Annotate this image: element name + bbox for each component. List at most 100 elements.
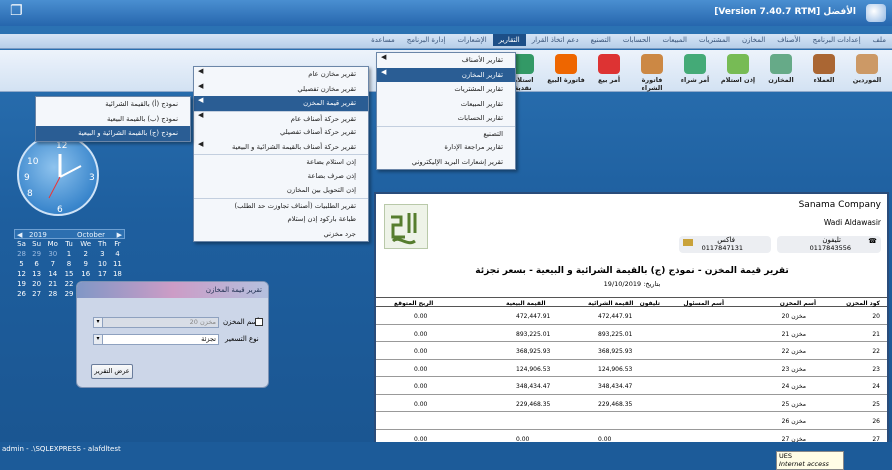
reports_menu-item[interactable]: تقارير المشتريات xyxy=(377,82,515,97)
menu-2[interactable]: الأصناف xyxy=(771,34,806,46)
chevron-down-icon[interactable]: ▾ xyxy=(93,317,103,328)
calendar-day[interactable]: 6 xyxy=(29,259,44,269)
table-cell: 21 xyxy=(872,330,880,338)
reports_menu-item[interactable]: تقرير إشعارات البريد الإليكتروني xyxy=(377,155,515,170)
stores_menu-item[interactable]: تقرير حركة أصناف تفصيلي xyxy=(194,125,368,140)
prev-month-icon[interactable]: ◀ xyxy=(17,231,22,239)
calendar-day[interactable]: 19 xyxy=(14,279,29,289)
toolbar-label-0: الموردين xyxy=(852,76,882,84)
calendar-day[interactable]: 10 xyxy=(95,259,110,269)
stores_menu-item[interactable]: إذن التحويل بين المخازن xyxy=(194,183,368,198)
reports_menu-item[interactable]: تقارير المبيعات xyxy=(377,97,515,112)
calendar-day[interactable]: 12 xyxy=(14,269,29,279)
reports_menu-item[interactable]: تقارير المخازن xyxy=(377,67,515,82)
calendar-day[interactable]: 15 xyxy=(62,269,77,279)
menu-1[interactable]: إعدادات البرنامج xyxy=(807,34,867,46)
stores_menu-item[interactable]: طباعة باركود إذن إستلام xyxy=(194,212,368,227)
table-cell: 472,447.91 xyxy=(516,313,551,320)
stores_menu-item[interactable]: تقرير مخازن تفصيلي xyxy=(194,82,368,97)
calendar-day[interactable]: 3 xyxy=(95,249,110,259)
calendar-day[interactable]: 7 xyxy=(44,259,61,269)
table-row: 25 مخزن 25 229,468.35 229,468.35 0.00 xyxy=(376,395,887,412)
calendar-day[interactable]: 2 xyxy=(77,249,95,259)
status-text: admin - .\SQLEXPRESS - alafdltest xyxy=(2,445,121,453)
calendar-day[interactable]: 30 xyxy=(44,249,61,259)
svg-text:12: 12 xyxy=(56,141,67,151)
menu-6[interactable]: الحسابات xyxy=(617,34,657,46)
toolbar-item-1[interactable]: العملاء xyxy=(805,54,843,84)
calendar-day[interactable]: 28 xyxy=(44,289,61,299)
stores_menu-item[interactable]: تقرير حركة أصناف بالقيمة الشرائية و البي… xyxy=(194,140,368,155)
stores_menu-item[interactable]: تقرير قيمة المخزن xyxy=(194,96,368,111)
toolbar-item-2[interactable]: المخازن xyxy=(762,54,800,84)
menu-0[interactable]: ملف xyxy=(867,34,892,46)
store-select[interactable]: مخزن 20 xyxy=(93,317,219,328)
stores_menu-item[interactable]: تقرير حركة أصناف عام xyxy=(194,110,368,126)
calendar-day[interactable]: 14 xyxy=(44,269,61,279)
chevron-down-icon[interactable]: ▾ xyxy=(93,334,103,345)
calendar-day[interactable]: 1 xyxy=(62,249,77,259)
calendar-day[interactable]: 9 xyxy=(77,259,95,269)
table-row: 22 مخزن 22 368,925.93 368,925.93 0.00 xyxy=(376,342,887,360)
reports_menu-item[interactable]: تقارير الأصناف xyxy=(377,53,515,68)
fax-icon xyxy=(683,239,693,246)
stores_menu-item[interactable]: إذن استلام بضاعة xyxy=(194,154,368,169)
chevron-left-icon: ◀ xyxy=(198,139,204,148)
phone-box: ☎ تليفون 0117843556 xyxy=(777,236,881,253)
calendar-day[interactable]: 4 xyxy=(110,249,125,259)
table-cell: 348,434.47 xyxy=(516,383,551,390)
menu-12[interactable]: مساعدة xyxy=(365,34,401,46)
reports_menu-item[interactable]: تقارير الحسابات xyxy=(377,111,515,126)
menu-8[interactable]: دعم اتخاذ القرار xyxy=(526,34,585,46)
show-report-button[interactable]: عرض التقرير xyxy=(91,364,133,379)
menu-5[interactable]: المبيعات xyxy=(656,34,692,46)
menu-3[interactable]: المخازن xyxy=(736,34,771,46)
stores_menu-item[interactable]: تقرير مخازن عام xyxy=(194,67,368,82)
table-cell: 23 xyxy=(872,365,880,373)
stores_menu-item[interactable]: إذن صرف بضاعة xyxy=(194,169,368,184)
calendar-day[interactable]: 21 xyxy=(44,279,61,289)
stores_menu-item[interactable]: جرد مخزني xyxy=(194,227,368,242)
calendar-day[interactable]: 26 xyxy=(14,289,29,299)
toolbar-item-7[interactable]: فاتورة البيع xyxy=(547,54,585,84)
menu-4[interactable]: المشتريات xyxy=(693,34,736,46)
value_menu-item[interactable]: نموذج (ب) بالقيمة البيعية xyxy=(36,112,190,127)
menu-10[interactable]: الإشعارات xyxy=(451,34,492,46)
value_menu-item[interactable]: نموذج (ج) بالقيمة الشرائية و البيعية xyxy=(36,126,190,141)
store-checkbox[interactable] xyxy=(255,318,263,326)
stores_menu-item[interactable]: تقرير الطلبيات (أصناف تجاوزت حد الطلب) xyxy=(194,197,368,213)
menu-9[interactable]: التقارير xyxy=(492,34,526,46)
table-cell: 20 xyxy=(872,313,880,320)
value_menu-item[interactable]: نموذج (أ) بالقيمة الشرائية xyxy=(36,97,190,112)
menu-7[interactable]: التصنيع xyxy=(585,34,617,46)
toolbar-item-6[interactable]: أمر بيع xyxy=(590,54,628,84)
toolbar-icon-5 xyxy=(641,54,663,74)
calendar-day[interactable]: 20 xyxy=(29,279,44,289)
calendar-day[interactable]: 28 xyxy=(14,249,29,259)
toolbar-item-3[interactable]: إذن استلام xyxy=(719,54,757,84)
reports_menu-item[interactable]: تقارير مراجعة الإدارة xyxy=(377,140,515,155)
toolbar-item-0[interactable]: الموردين xyxy=(848,54,886,84)
pricing-select[interactable]: تجزئة xyxy=(93,334,219,345)
calendar-day[interactable]: 13 xyxy=(29,269,44,279)
calendar-day[interactable]: 16 xyxy=(77,269,95,279)
calendar-day[interactable]: 18 xyxy=(110,269,125,279)
calendar-month[interactable]: October xyxy=(77,231,105,239)
calendar-day[interactable]: 22 xyxy=(62,279,77,289)
next-month-icon[interactable]: ▶ xyxy=(117,231,122,239)
calendar-day[interactable]: 27 xyxy=(29,289,44,299)
toolbar-item-5[interactable]: فاتورة الشراء xyxy=(633,54,671,92)
reports_menu-item[interactable]: التصنيع xyxy=(377,125,515,141)
table-body: 20 مخزن 20 472,447.91 472,447.91 0.00 21 مخزن … xyxy=(376,307,887,442)
restore-icon[interactable]: ❐ xyxy=(10,3,23,19)
calendar-day[interactable]: 8 xyxy=(62,259,77,269)
table-cell: مخزن 23 xyxy=(781,365,806,373)
calendar-year[interactable]: 2019 xyxy=(29,231,47,239)
calendar-day[interactable]: 29 xyxy=(29,249,44,259)
menu-11[interactable]: إدارة البرنامج xyxy=(401,34,452,46)
calendar-day[interactable]: 29 xyxy=(62,289,77,299)
calendar-day[interactable]: 5 xyxy=(14,259,29,269)
toolbar-item-4[interactable]: أمر شراء xyxy=(676,54,714,84)
calendar-day[interactable]: 17 xyxy=(95,269,110,279)
calendar-day[interactable]: 11 xyxy=(110,259,125,269)
